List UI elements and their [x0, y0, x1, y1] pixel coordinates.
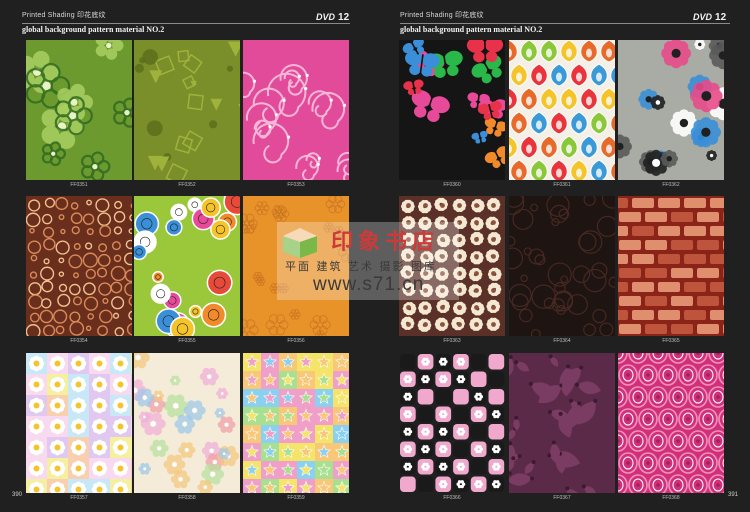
pattern-swatch: [26, 196, 132, 336]
pattern-tile: [243, 353, 349, 493]
pattern-code: FF0362: [662, 182, 680, 188]
pattern-code: FF0366: [443, 495, 461, 501]
header-divider: [400, 23, 730, 24]
pattern-tile: [134, 40, 240, 180]
page-subtitle: global background pattern material NO.2: [22, 25, 165, 34]
dvd-label: DVD: [316, 12, 336, 22]
pattern-tile: [509, 196, 615, 336]
pattern-swatch: [618, 196, 724, 336]
dvd-label: DVD: [693, 12, 713, 22]
pattern-code: FF0354: [70, 338, 88, 344]
pattern-swatch: [509, 40, 615, 180]
pattern-code: FF0358: [178, 495, 196, 501]
pattern-code: FF0356: [287, 338, 305, 344]
watermark-url: www.s71.cn: [313, 274, 425, 295]
pattern-code: FF0353: [287, 182, 305, 188]
pattern-swatch: [509, 196, 615, 336]
pattern-tile: [399, 353, 505, 493]
pattern-swatch: [243, 40, 349, 180]
pattern-swatch: [134, 353, 240, 493]
pattern-swatch: [509, 353, 615, 493]
pattern-code: FF0365: [662, 338, 680, 344]
page-subtitle: global background pattern material NO.2: [400, 25, 543, 34]
pattern-swatch: [400, 354, 505, 492]
pattern-swatch: [618, 40, 724, 180]
watermark-brand: 印象书店: [331, 230, 440, 255]
pattern-swatch: [134, 40, 240, 180]
pattern-code: FF0351: [70, 182, 88, 188]
pattern-tile: [509, 40, 615, 180]
pattern-tile: [26, 196, 132, 336]
pattern-tile: [618, 40, 724, 180]
pattern-tile: [618, 353, 724, 493]
book-logo-icon: [283, 228, 317, 258]
pattern-code: FF0357: [70, 495, 88, 501]
pattern-swatch: [26, 353, 132, 493]
pattern-tile: [509, 353, 615, 493]
pattern-swatch: [399, 40, 505, 180]
pattern-code: FF0352: [178, 182, 196, 188]
pattern-code: FF0355: [178, 338, 196, 344]
pattern-tile: [134, 353, 240, 493]
page-number: 391: [728, 492, 739, 498]
page-header: Printed Shading 印花底纹: [400, 12, 484, 19]
page-number: 390: [12, 492, 23, 498]
pattern-tile: [243, 40, 349, 180]
pattern-swatch: [26, 40, 132, 180]
dvd-badge: DVD 12: [693, 12, 726, 23]
pattern-swatch: [134, 196, 240, 336]
pattern-tile: [134, 196, 240, 336]
pattern-code: FF0359: [287, 495, 305, 501]
pattern-swatch: [243, 353, 349, 493]
pattern-code: FF0360: [443, 182, 461, 188]
watermark-tagline: 平面 建筑 艺术 摄影 图库: [285, 260, 437, 273]
dvd-badge: DVD 12: [316, 12, 349, 23]
pattern-tile: [618, 196, 724, 336]
header-divider: [22, 23, 350, 24]
pattern-code: FF0361: [553, 182, 571, 188]
pattern-code: FF0368: [662, 495, 680, 501]
pattern-tile: [399, 40, 505, 180]
dvd-number: 12: [338, 12, 350, 23]
page-header: Printed Shading 印花底纹: [22, 12, 106, 19]
dvd-number: 12: [715, 12, 727, 23]
pattern-code: FF0364: [553, 338, 571, 344]
pattern-code: FF0367: [553, 495, 571, 501]
watermark: 印象书店 平面 建筑 艺术 摄影 图库 www.s71.cn: [277, 222, 459, 300]
pattern-swatch: [618, 353, 724, 493]
pattern-tile: [26, 40, 132, 180]
pattern-tile: [26, 353, 132, 493]
pattern-code: FF0363: [443, 338, 461, 344]
